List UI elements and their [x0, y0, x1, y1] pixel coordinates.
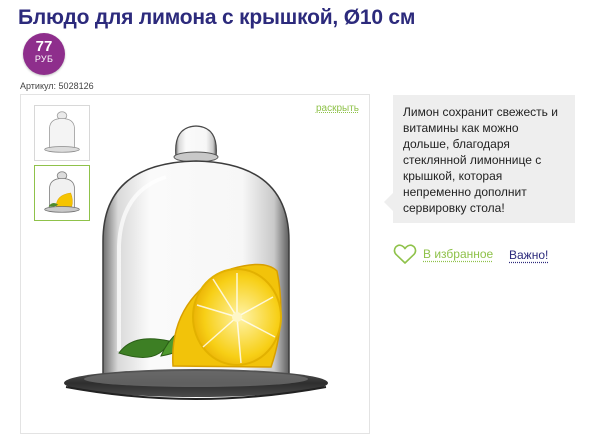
heart-icon [393, 244, 417, 264]
add-to-favorites[interactable]: В избранное [393, 243, 493, 265]
price-badge: 77 РУБ [23, 33, 65, 75]
favorites-label[interactable]: В избранное [423, 247, 493, 261]
price-amount: 77 [35, 38, 53, 55]
price-currency: РУБ [34, 54, 54, 64]
product-description: Лимон сохранит свежесть и витамины как м… [384, 95, 575, 223]
product-title: Блюдо для лимона с крышкой, Ø10 см [18, 6, 416, 29]
expand-link[interactable]: раскрыть [316, 103, 359, 114]
product-gallery: раскрыть [20, 94, 370, 434]
important-link[interactable]: Важно! [509, 248, 548, 262]
product-image [64, 125, 328, 400]
article-number: Артикул: 5028126 [20, 81, 94, 91]
